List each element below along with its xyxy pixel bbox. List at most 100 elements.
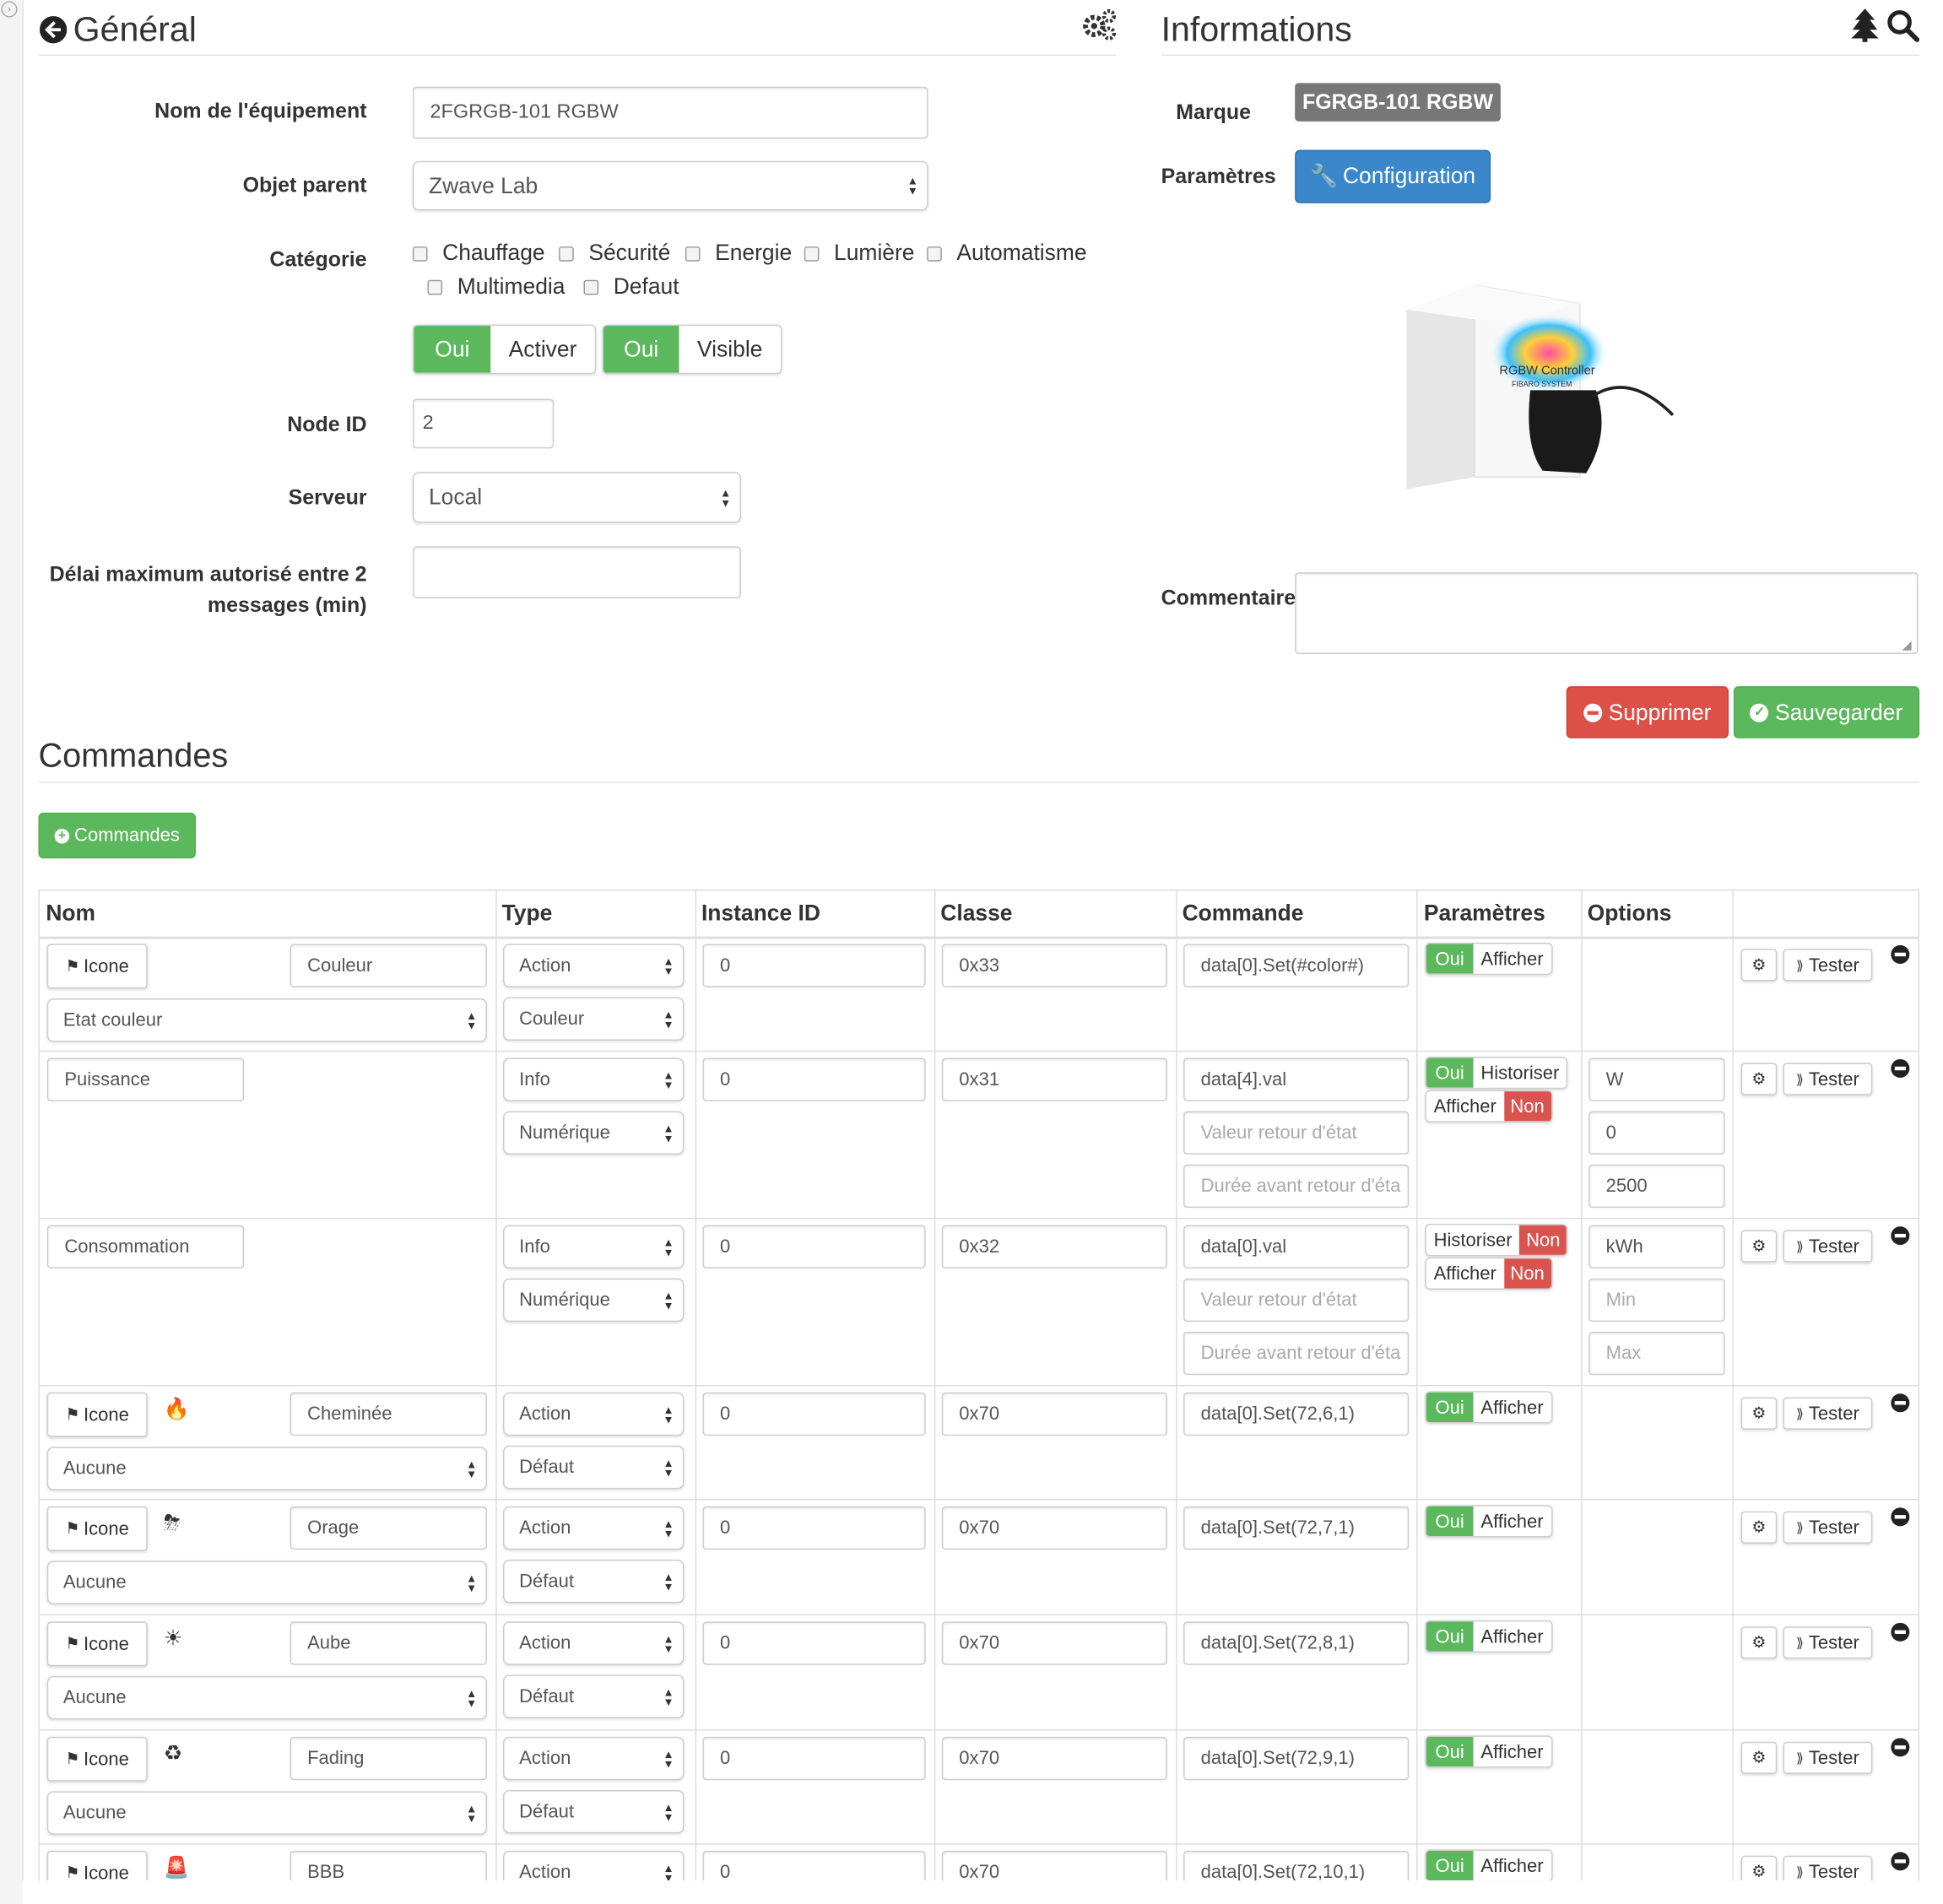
command-input[interactable]: data[0].Set(#color#) — [1183, 944, 1410, 987]
instance-id-input[interactable]: 0 — [702, 1621, 926, 1665]
option-input[interactable]: Max — [1588, 1331, 1725, 1376]
remove-row-icon[interactable] — [1891, 1058, 1910, 1078]
config-gears-icon[interactable]: ⚙ — [1740, 1063, 1778, 1095]
command-value-select[interactable]: Aucune ▲ ▼ — [46, 1447, 487, 1490]
command-input[interactable]: data[0].Set(72,7,1) — [1183, 1506, 1410, 1550]
configuration-button[interactable]: 🔧 Configuration — [1295, 149, 1491, 203]
command-name-input[interactable]: Couleur — [290, 944, 487, 987]
add-command-button[interactable]: + Commandes — [38, 812, 196, 859]
config-gears-icon[interactable]: ⚙ — [1740, 1511, 1778, 1544]
class-input[interactable]: 0x70 — [941, 1392, 1167, 1436]
instance-id-input[interactable]: 0 — [702, 1506, 926, 1550]
param-toggle[interactable]: Oui Afficher — [1425, 942, 1552, 976]
config-gears-icon[interactable]: ⚙ — [1740, 1230, 1778, 1263]
param-toggle[interactable]: Afficher Non — [1425, 1257, 1552, 1290]
remove-row-icon[interactable] — [1891, 1393, 1910, 1413]
instance-id-input[interactable]: 0 — [702, 1057, 926, 1101]
command-name-input[interactable]: Cheminée — [290, 1392, 487, 1436]
remove-row-icon[interactable] — [1891, 1622, 1910, 1642]
search-icon[interactable] — [1887, 10, 1920, 42]
command-input[interactable]: data[4].val — [1183, 1057, 1410, 1101]
command-type-select[interactable]: Action ▲ ▼ — [503, 1736, 685, 1781]
tester-button[interactable]: ⟫ Tester — [1783, 1397, 1873, 1430]
icon-button[interactable]: ⚑ Icone — [46, 1621, 148, 1667]
remove-row-icon[interactable] — [1891, 1226, 1910, 1246]
command-name-input[interactable]: Orage — [290, 1506, 487, 1550]
class-input[interactable]: 0x32 — [941, 1225, 1167, 1269]
state-return-input[interactable]: Valeur retour d'état — [1183, 1278, 1410, 1323]
param-toggle[interactable]: Oui Historiser — [1425, 1057, 1568, 1090]
param-toggle[interactable]: Oui Afficher — [1425, 1391, 1552, 1424]
tester-button[interactable]: ⟫ Tester — [1783, 1626, 1873, 1659]
param-toggle[interactable]: Historiser Non — [1425, 1224, 1568, 1257]
command-subtype-select[interactable]: Défaut ▲ ▼ — [503, 1559, 685, 1604]
instance-id-input[interactable]: 0 — [702, 1225, 926, 1269]
category-chauffage[interactable]: Chauffage — [412, 241, 545, 267]
class-input[interactable]: 0x70 — [941, 1506, 1167, 1550]
class-input[interactable]: 0x33 — [941, 944, 1167, 987]
server-select[interactable]: Local ▲ ▼ — [412, 472, 741, 523]
command-subtype-select[interactable]: Numérique ▲ ▼ — [503, 1111, 685, 1155]
category-defaut[interactable]: Defaut — [583, 273, 679, 300]
command-type-select[interactable]: Info ▲ ▼ — [503, 1225, 685, 1269]
command-type-select[interactable]: Action ▲ ▼ — [503, 1506, 685, 1550]
class-input[interactable]: 0x31 — [941, 1057, 1167, 1101]
remove-row-icon[interactable] — [1891, 1507, 1910, 1527]
param-toggle[interactable]: Oui Afficher — [1425, 1620, 1552, 1653]
option-input[interactable]: 2500 — [1588, 1164, 1725, 1209]
equipment-name-input[interactable]: 2FGRGB-101 RGBW — [412, 86, 928, 139]
command-name-input[interactable]: Puissance — [46, 1057, 245, 1101]
arrow-circle-icon[interactable]: › — [1, 1, 18, 18]
tester-button[interactable]: ⟫ Tester — [1783, 1741, 1873, 1774]
config-gears-icon[interactable]: ⚙ — [1740, 1397, 1778, 1430]
command-value-select[interactable]: Etat couleur ▲ ▼ — [46, 998, 487, 1042]
instance-id-input[interactable]: 0 — [702, 944, 926, 987]
activate-toggle[interactable]: Oui Activer — [412, 324, 597, 375]
option-input[interactable]: kWh — [1588, 1225, 1725, 1269]
config-gears-icon[interactable]: ⚙ — [1740, 949, 1778, 982]
parent-object-select[interactable]: Zwave Lab ▲ ▼ — [412, 160, 928, 211]
command-subtype-select[interactable]: Défaut ▲ ▼ — [503, 1674, 685, 1718]
icon-button[interactable]: ⚑ Icone — [46, 944, 148, 989]
tree-icon[interactable] — [1851, 8, 1879, 42]
command-type-select[interactable]: Action ▲ ▼ — [503, 1621, 685, 1665]
tester-button[interactable]: ⟫ Tester — [1783, 949, 1873, 982]
icon-button[interactable]: ⚑ Icone — [46, 1392, 148, 1437]
command-input[interactable]: data[0].Set(72,8,1) — [1183, 1621, 1410, 1665]
command-type-select[interactable]: Action ▲ ▼ — [503, 1392, 685, 1436]
instance-id-input[interactable]: 0 — [702, 1392, 926, 1436]
gears-icon[interactable] — [1080, 8, 1118, 42]
comment-textarea[interactable] — [1295, 572, 1919, 654]
remove-row-icon[interactable] — [1891, 1738, 1910, 1757]
command-name-input[interactable]: Aube — [290, 1621, 487, 1665]
class-input[interactable]: 0x70 — [941, 1621, 1167, 1665]
visible-toggle[interactable]: Oui Visible — [602, 324, 782, 375]
command-input[interactable]: data[0].Set(72,9,1) — [1183, 1736, 1410, 1781]
remove-row-icon[interactable] — [1891, 1852, 1910, 1871]
category-multimedia[interactable]: Multimedia — [427, 273, 565, 300]
category-energie[interactable]: Energie — [685, 241, 792, 267]
param-toggle[interactable]: Oui Afficher — [1425, 1849, 1552, 1882]
delay-input[interactable] — [412, 546, 741, 598]
instance-id-input[interactable]: 0 — [702, 1736, 926, 1781]
remove-row-icon[interactable] — [1891, 944, 1910, 964]
command-name-input[interactable]: Consommation — [46, 1225, 245, 1269]
category-securite[interactable]: Sécurité — [559, 241, 670, 267]
category-lumiere[interactable]: Lumière — [804, 241, 915, 267]
resize-handle-icon[interactable]: ◢ — [1902, 639, 1912, 652]
icon-button[interactable]: ⚑ Icone — [46, 1736, 148, 1782]
command-value-select[interactable]: Aucune ▲ ▼ — [46, 1561, 487, 1604]
param-toggle[interactable]: Oui Afficher — [1425, 1735, 1552, 1768]
delete-button[interactable]: Supprimer — [1566, 686, 1729, 738]
save-button[interactable]: ✓ Sauvegarder — [1733, 686, 1920, 738]
command-subtype-select[interactable]: Couleur ▲ ▼ — [503, 997, 685, 1041]
icon-button[interactable]: ⚑ Icone — [46, 1506, 148, 1551]
command-subtype-select[interactable]: Défaut ▲ ▼ — [503, 1445, 685, 1490]
back-arrow-icon[interactable] — [39, 15, 73, 50]
node-id-input[interactable]: 2 — [412, 398, 555, 449]
param-toggle[interactable]: Oui Afficher — [1425, 1505, 1552, 1538]
command-subtype-select[interactable]: Numérique ▲ ▼ — [503, 1278, 685, 1323]
state-return-input[interactable]: Valeur retour d'état — [1183, 1111, 1410, 1155]
config-gears-icon[interactable]: ⚙ — [1740, 1741, 1778, 1774]
option-input[interactable]: 0 — [1588, 1111, 1725, 1155]
